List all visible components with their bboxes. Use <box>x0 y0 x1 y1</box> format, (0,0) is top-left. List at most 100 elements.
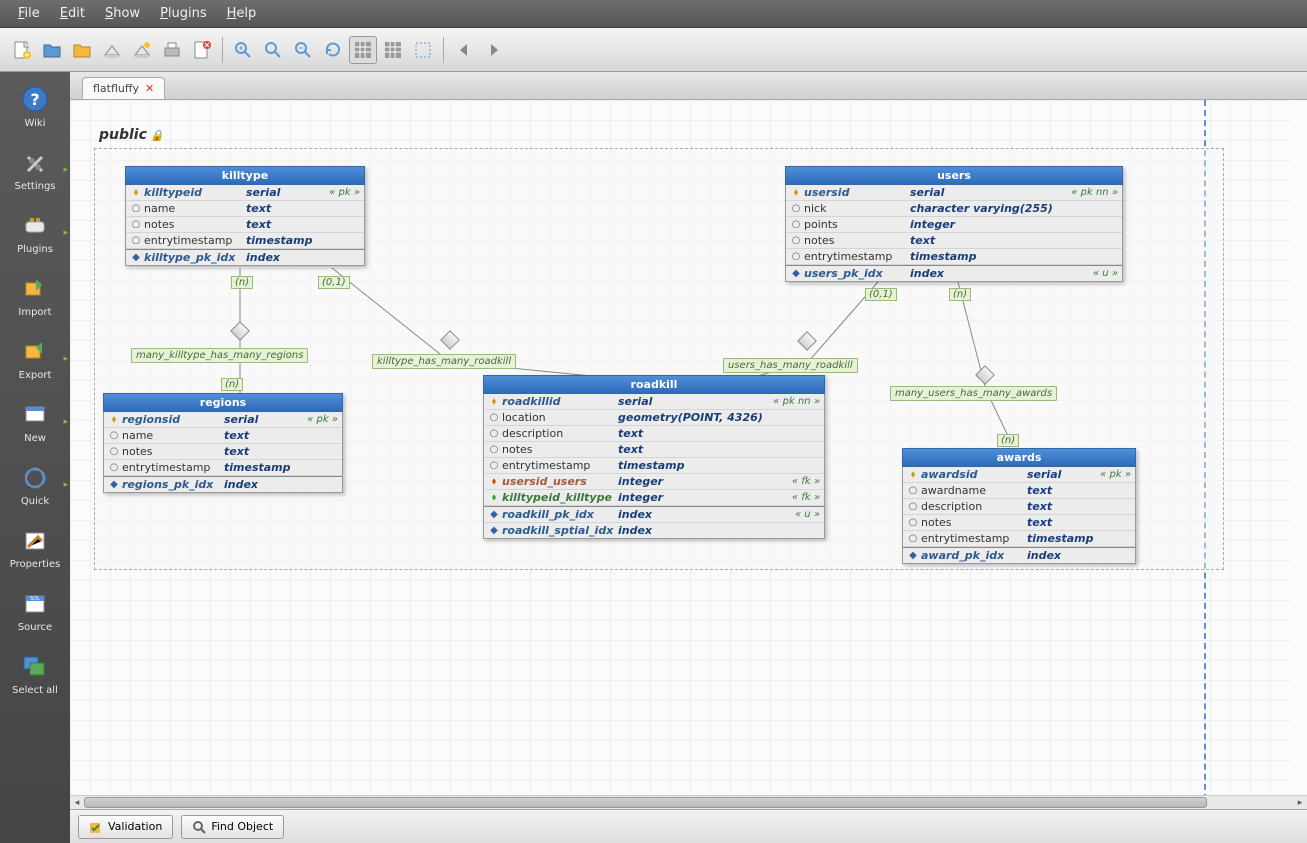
column-icon: ○ <box>790 235 802 246</box>
pk-icon: ⬧ <box>790 187 802 198</box>
new-button[interactable]: ▸New <box>0 397 70 448</box>
menu-edit[interactable]: Edit <box>50 3 95 24</box>
table-regions[interactable]: regions ⬧regionsidserial« pk » ○nametext… <box>103 393 343 493</box>
menu-file[interactable]: File <box>8 3 50 24</box>
menu-help[interactable]: Help <box>217 3 267 24</box>
relation-label[interactable]: many_killtype_has_many_regions <box>131 348 308 363</box>
relation-label[interactable]: killtype_has_many_roadkill <box>372 354 516 369</box>
table-roadkill[interactable]: roadkill ⬧roadkillidserial« pk nn » ○loc… <box>483 375 825 539</box>
plugins-button[interactable]: ▸Plugins <box>0 208 70 259</box>
open-folder-icon[interactable] <box>38 36 66 64</box>
table-awards[interactable]: awards ⬧awardsidserial« pk » ○awardnamet… <box>902 448 1136 564</box>
column-icon: ○ <box>130 235 142 246</box>
cardinality-label: (n) <box>221 378 243 391</box>
export-button[interactable]: ▸Export <box>0 334 70 385</box>
refresh-icon[interactable] <box>319 36 347 64</box>
schema-label: public 🔒 <box>99 127 164 144</box>
grid-snap-icon[interactable] <box>379 36 407 64</box>
column-icon: ○ <box>790 203 802 214</box>
separator <box>222 37 223 63</box>
fk-icon: ⬧ <box>488 492 500 503</box>
prev-icon[interactable] <box>450 36 478 64</box>
relation-label[interactable]: many_users_has_many_awards <box>890 386 1057 401</box>
column-icon: ○ <box>108 430 120 441</box>
index-icon: ◆ <box>488 525 500 536</box>
svg-text:SQL: SQL <box>30 596 40 602</box>
column-icon: ○ <box>108 446 120 457</box>
table-header[interactable]: awards <box>902 448 1136 467</box>
select-all-button[interactable]: Select all <box>0 649 70 700</box>
lock-icon: 🔒 <box>150 129 164 142</box>
horizontal-scrollbar[interactable]: ◂ ▸ <box>70 795 1307 809</box>
zoom-out-icon[interactable] <box>289 36 317 64</box>
validation-button[interactable]: Validation <box>78 815 173 839</box>
import-button[interactable]: Import <box>0 271 70 322</box>
cardinality-label: (n) <box>949 288 971 301</box>
close-tab-icon[interactable]: ✕ <box>145 82 154 95</box>
wiki-button[interactable]: ?Wiki <box>0 80 70 133</box>
zoom-fit-icon[interactable] <box>259 36 287 64</box>
column-icon: ○ <box>488 460 500 471</box>
left-sidebar: ?Wiki ▸Settings ▸Plugins Import ▸Export … <box>0 72 70 843</box>
table-header[interactable]: roadkill <box>483 375 825 394</box>
column-icon: ○ <box>907 517 919 528</box>
grid-icon[interactable] <box>349 36 377 64</box>
table-header[interactable]: users <box>785 166 1123 185</box>
scroll-left-icon[interactable]: ◂ <box>70 796 84 810</box>
column-icon: ○ <box>488 412 500 423</box>
er-canvas[interactable]: public 🔒 (n) (0,1) (n) ( <box>70 100 1290 795</box>
status-bar: Validation Find Object <box>70 809 1307 843</box>
table-header[interactable]: regions <box>103 393 343 412</box>
cardinality-label: (0,1) <box>318 276 350 289</box>
scroll-thumb[interactable] <box>84 797 1207 808</box>
next-icon[interactable] <box>480 36 508 64</box>
separator <box>443 37 444 63</box>
column-icon: ○ <box>488 428 500 439</box>
column-icon: ○ <box>907 533 919 544</box>
table-killtype[interactable]: killtype ⬧killtypeidserial« pk » ○namete… <box>125 166 365 266</box>
validation-icon <box>89 820 103 834</box>
canvas-scroll[interactable]: public 🔒 (n) (0,1) (n) ( <box>70 100 1307 795</box>
tab-flatfluffy[interactable]: flatfluffy ✕ <box>82 77 165 99</box>
save-icon[interactable] <box>98 36 126 64</box>
recent-folder-icon[interactable] <box>68 36 96 64</box>
menu-show[interactable]: Show <box>95 3 150 24</box>
index-icon: ◆ <box>108 479 120 490</box>
index-icon: ◆ <box>790 268 802 279</box>
toolbar <box>0 28 1307 72</box>
find-object-button[interactable]: Find Object <box>181 815 284 839</box>
menu-plugins[interactable]: Plugins <box>150 3 217 24</box>
table-users[interactable]: users ⬧usersidserial« pk nn » ○nickchara… <box>785 166 1123 282</box>
print-icon[interactable] <box>158 36 186 64</box>
column-icon: ○ <box>907 501 919 512</box>
pk-icon: ⬧ <box>130 187 142 198</box>
scroll-right-icon[interactable]: ▸ <box>1293 796 1307 810</box>
new-file-icon[interactable] <box>8 36 36 64</box>
tab-label: flatfluffy <box>93 82 139 95</box>
pk-icon: ⬧ <box>488 396 500 407</box>
pk-icon: ⬧ <box>907 469 919 480</box>
menu-bar: File Edit Show Plugins Help <box>0 0 1307 28</box>
pk-icon: ⬧ <box>108 414 120 425</box>
source-button[interactable]: SQLSource <box>0 586 70 637</box>
column-icon: ○ <box>130 203 142 214</box>
quick-button[interactable]: ▸Quick <box>0 460 70 511</box>
column-icon: ○ <box>108 462 120 473</box>
selection-icon[interactable] <box>409 36 437 64</box>
save-as-icon[interactable] <box>128 36 156 64</box>
tab-bar: flatfluffy ✕ <box>70 72 1307 100</box>
svg-text:?: ? <box>30 90 39 109</box>
column-icon: ○ <box>488 444 500 455</box>
close-file-icon[interactable] <box>188 36 216 64</box>
fk-icon: ⬧ <box>488 476 500 487</box>
index-icon: ◆ <box>130 252 142 263</box>
relation-label[interactable]: users_has_many_roadkill <box>723 358 858 373</box>
settings-button[interactable]: ▸Settings <box>0 145 70 196</box>
search-icon <box>192 820 206 834</box>
zoom-in-icon[interactable] <box>229 36 257 64</box>
index-icon: ◆ <box>907 550 919 561</box>
column-icon: ○ <box>790 251 802 262</box>
table-header[interactable]: killtype <box>125 166 365 185</box>
column-icon: ○ <box>907 485 919 496</box>
properties-button[interactable]: Properties <box>0 523 70 574</box>
